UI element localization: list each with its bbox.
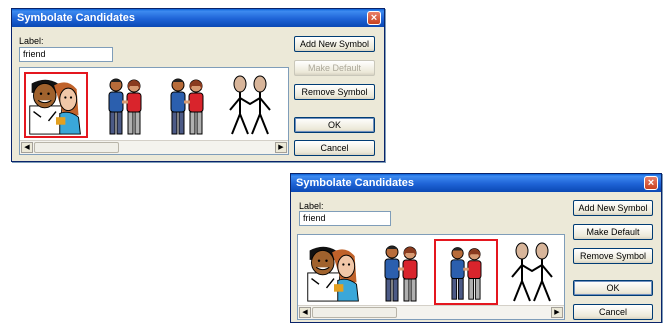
symbolate-candidates-dialog: Symbolate Candidates × Label: friend ◀ ▶… [290, 173, 662, 323]
make-default-button[interactable]: Make Default [294, 60, 375, 76]
scroll-right-icon[interactable]: ▶ [551, 307, 563, 318]
dialog-title-bar[interactable]: Symbolate Candidates × [12, 9, 384, 27]
ok-button[interactable]: OK [294, 117, 375, 133]
symbol-candidate-2[interactable] [100, 72, 150, 138]
symbol-candidates-list: ◀ ▶ [19, 67, 289, 155]
label-input[interactable]: friend [299, 211, 391, 226]
two-friends-holding-hands-icon [169, 77, 205, 136]
close-icon[interactable]: × [367, 11, 381, 25]
two-friends-holding-hands-icon [449, 246, 483, 301]
symbol-candidate-4[interactable] [508, 239, 558, 305]
scroll-left-icon[interactable]: ◀ [299, 307, 311, 318]
scroll-thumb[interactable] [34, 142, 119, 153]
label-caption: Label: [299, 201, 324, 211]
symbolate-candidates-dialog: Symbolate Candidates × Label: friend ◀ ▶… [11, 8, 385, 162]
label-input[interactable]: friend [19, 47, 113, 62]
symbol-candidate-2[interactable] [376, 239, 426, 305]
symbol-candidate-1[interactable] [24, 72, 88, 138]
cancel-button[interactable]: Cancel [294, 140, 375, 156]
scroll-right-icon[interactable]: ▶ [275, 142, 287, 153]
scroll-thumb[interactable] [312, 307, 397, 318]
add-new-symbol-button[interactable]: Add New Symbol [294, 36, 375, 52]
add-new-symbol-button[interactable]: Add New Symbol [573, 200, 653, 216]
dialog-title: Symbolate Candidates [17, 12, 135, 24]
symbol-candidate-3[interactable] [162, 72, 212, 138]
two-stick-friends-icon [511, 242, 553, 302]
remove-symbol-button[interactable]: Remove Symbol [573, 248, 653, 264]
label-caption: Label: [19, 36, 44, 46]
scroll-left-icon[interactable]: ◀ [21, 142, 33, 153]
ok-button[interactable]: OK [573, 280, 653, 296]
make-default-button[interactable]: Make Default [573, 224, 653, 240]
two-friends-holding-hands-icon [383, 244, 419, 303]
two-friends-holding-hands-icon [107, 77, 143, 136]
symbol-candidate-1[interactable] [304, 239, 364, 305]
friends-color-photo-icon [307, 245, 360, 302]
horizontal-scrollbar[interactable]: ◀ ▶ [20, 140, 288, 154]
dialog-title: Symbolate Candidates [296, 177, 414, 189]
symbol-candidate-3[interactable] [434, 239, 498, 305]
cancel-button[interactable]: Cancel [573, 304, 653, 320]
two-stick-friends-icon [229, 75, 271, 135]
remove-symbol-button[interactable]: Remove Symbol [294, 84, 375, 100]
horizontal-scrollbar[interactable]: ◀ ▶ [298, 305, 564, 319]
friends-color-photo-icon [29, 78, 82, 135]
dialog-title-bar[interactable]: Symbolate Candidates × [291, 174, 661, 192]
symbol-candidates-list: ◀ ▶ [297, 234, 565, 320]
symbol-candidate-4[interactable] [226, 72, 276, 138]
close-icon[interactable]: × [644, 176, 658, 190]
